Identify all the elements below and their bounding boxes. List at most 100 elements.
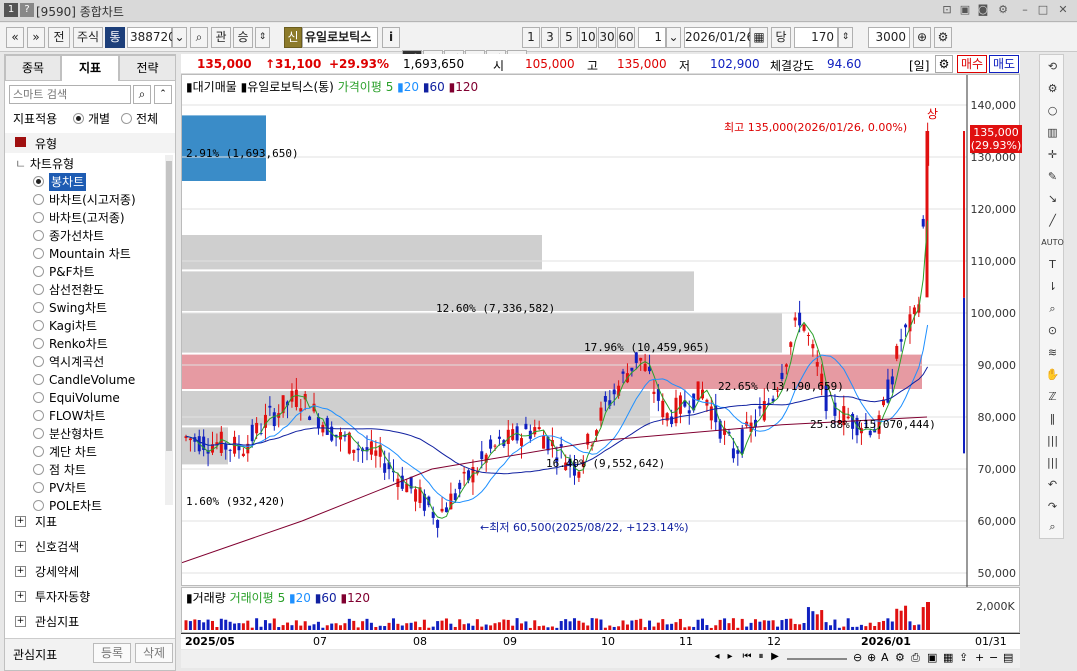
indicator-group[interactable]: + 지표 — [5, 513, 175, 531]
tab-indicators[interactable]: 지표 — [61, 55, 119, 81]
chart-type-item[interactable]: EquiVolume — [5, 389, 163, 407]
chart-type-item[interactable]: P&F차트 — [5, 263, 163, 281]
pause-icon[interactable]: ⏸ — [755, 651, 767, 666]
zoom-add-icon[interactable]: ⊕ — [913, 27, 931, 48]
total-input[interactable]: 3000 — [868, 27, 910, 48]
zoom-out-icon[interactable]: ⊖ — [853, 651, 865, 666]
list-scrollbar[interactable] — [165, 155, 173, 505]
refresh-icon[interactable]: ⟲ — [1040, 57, 1065, 77]
kwan-button[interactable]: 관 — [211, 27, 231, 48]
chart-type-item[interactable]: Mountain 차트 — [5, 245, 163, 263]
pin-icon[interactable]: ⊡ — [940, 3, 954, 17]
chart-type-item[interactable]: FLOW차트 — [5, 407, 163, 425]
zoom-in-icon[interactable]: ⊕ — [867, 651, 879, 666]
chart-type-item[interactable]: 역시계곡선 — [5, 353, 163, 371]
next-button[interactable]: » — [27, 27, 45, 48]
fib-icon[interactable]: ≋ — [1040, 343, 1065, 363]
search-icon[interactable]: ⌕ — [133, 85, 151, 104]
auto-scale-icon[interactable]: A — [881, 651, 893, 666]
zoom-slider[interactable] — [787, 658, 847, 660]
indicator-group[interactable]: + 신호검색 — [5, 538, 175, 556]
play-icon[interactable]: ▶ — [769, 651, 781, 666]
interval-30[interactable]: 30 — [598, 27, 616, 48]
chart-type-item[interactable]: 계단 차트 — [5, 443, 163, 461]
collapse-icon[interactable]: ⌃ — [154, 85, 172, 104]
zoom-icon[interactable]: ⊙ — [1040, 321, 1065, 341]
scroll-right-icon[interactable]: ▸ — [724, 651, 736, 666]
hand-icon[interactable]: ✋ — [1040, 365, 1065, 385]
chart-type-item[interactable]: Swing차트 — [5, 299, 163, 317]
maximize-icon[interactable]: □ — [1036, 3, 1050, 17]
gann-icon[interactable]: ‖ — [1040, 409, 1065, 429]
chart-type-item[interactable]: 종가선차트 — [5, 227, 163, 245]
line-icon[interactable]: ╱ — [1040, 211, 1065, 231]
code-input[interactable]: 388720 — [127, 27, 176, 48]
circle-icon[interactable]: ○ — [1040, 101, 1065, 121]
radio-all[interactable]: 전체 — [121, 110, 171, 128]
bar-chart-icon[interactable]: ▥ — [1040, 123, 1065, 143]
info-button[interactable]: i — [382, 27, 400, 48]
interval-10[interactable]: 10 — [579, 27, 597, 48]
gear-icon[interactable]: ⚙ — [895, 651, 907, 666]
settings-icon[interactable]: ⚙ — [1040, 79, 1065, 99]
spin-icon[interactable]: ⇕ — [255, 27, 270, 48]
search-icon[interactable]: ⌕ — [190, 27, 208, 48]
toolbar-settings-icon[interactable]: ⚙ — [934, 27, 952, 48]
sell-button[interactable]: 매도 — [989, 55, 1019, 73]
stock-type-button[interactable]: 주식 — [73, 27, 103, 48]
zigzag-icon[interactable]: ℤ — [1040, 387, 1065, 407]
add-icon[interactable]: + — [975, 651, 987, 666]
close-icon[interactable]: ✕ — [1056, 3, 1070, 17]
all-button[interactable]: 전 — [48, 27, 70, 48]
volume-chart[interactable]: ▮거래량 거래이평 5 ▮20 ▮60 ▮120 2,000K — [181, 587, 1020, 633]
tab-strategy[interactable]: 전략 — [119, 55, 176, 81]
calendar-icon[interactable]: ▦ — [750, 27, 768, 48]
delete-button[interactable]: 삭제 — [135, 643, 173, 663]
first-icon[interactable]: ⏮ — [741, 651, 753, 666]
scroll-left-icon[interactable]: ◂ — [711, 651, 723, 666]
chart-type-item[interactable]: 바차트(고저종) — [5, 209, 163, 227]
interval-5[interactable]: 5 — [560, 27, 578, 48]
chart-type-item[interactable]: CandleVolume — [5, 371, 163, 389]
print-icon[interactable]: ⎙ — [911, 651, 923, 666]
minimize-icon[interactable]: – — [1018, 3, 1032, 17]
indicator-group[interactable]: + 투자자동향 — [5, 588, 175, 606]
chart-settings-icon[interactable]: ⚙ — [935, 55, 953, 73]
export-icon[interactable]: ⇪ — [959, 651, 971, 666]
camera-icon[interactable]: ◙ — [976, 3, 990, 17]
chart-type-item[interactable]: 봉차트 — [5, 173, 163, 191]
count-spin-icon[interactable]: ⇕ — [838, 27, 853, 48]
help-icon[interactable]: ? — [20, 3, 34, 17]
interval-3[interactable]: 3 — [541, 27, 559, 48]
register-button[interactable]: 등록 — [93, 643, 131, 663]
chart-type-item[interactable]: 점 차트 — [5, 461, 163, 479]
chart-type-item[interactable]: 바차트(시고저종) — [5, 191, 163, 209]
image-icon[interactable]: ▣ — [927, 651, 939, 666]
indicator-group[interactable]: + 관심지표 — [5, 613, 175, 631]
all-icon[interactable]: ⇂ — [1040, 277, 1065, 297]
chart-type-item[interactable]: 분산형차트 — [5, 425, 163, 443]
pencil-icon[interactable]: ✎ — [1040, 167, 1065, 187]
dang-button[interactable]: 당 — [771, 27, 791, 48]
price-chart[interactable]: ▮대기매물 ▮유일로보틱스(통) 가격이평 5 ▮20 ▮60 ▮120 2.9… — [181, 74, 1022, 587]
ray-icon[interactable]: ↘ — [1040, 189, 1065, 209]
crosshair-icon[interactable]: ✛ — [1040, 145, 1065, 165]
indicator-group[interactable]: + 강세약세 — [5, 563, 175, 581]
date-input[interactable]: 2026/01/26 — [684, 27, 754, 48]
count-input[interactable]: 170 — [794, 27, 838, 48]
code-dropdown-icon[interactable]: ⌄ — [172, 27, 187, 48]
interval-60[interactable]: 60 — [617, 27, 635, 48]
tab-stocks[interactable]: 종목 — [5, 55, 61, 81]
chart-type-item[interactable]: Kagi차트 — [5, 317, 163, 335]
interval-input[interactable]: 1 — [638, 27, 666, 48]
cycle-icon[interactable]: ||| — [1040, 453, 1065, 473]
seung-button[interactable]: 승 — [233, 27, 253, 48]
buy-button[interactable]: 매수 — [957, 55, 987, 73]
group-type[interactable]: 유형 — [5, 133, 175, 153]
text-icon[interactable]: T — [1040, 255, 1065, 275]
stock-name-field[interactable]: 유일로보틱스 — [302, 27, 378, 48]
settings-icon[interactable]: ⚙ — [996, 3, 1010, 17]
undo-icon[interactable]: ↶ — [1040, 475, 1065, 495]
chart-type-item[interactable]: PV차트 — [5, 479, 163, 497]
redo-icon[interactable]: ↷ — [1040, 497, 1065, 517]
